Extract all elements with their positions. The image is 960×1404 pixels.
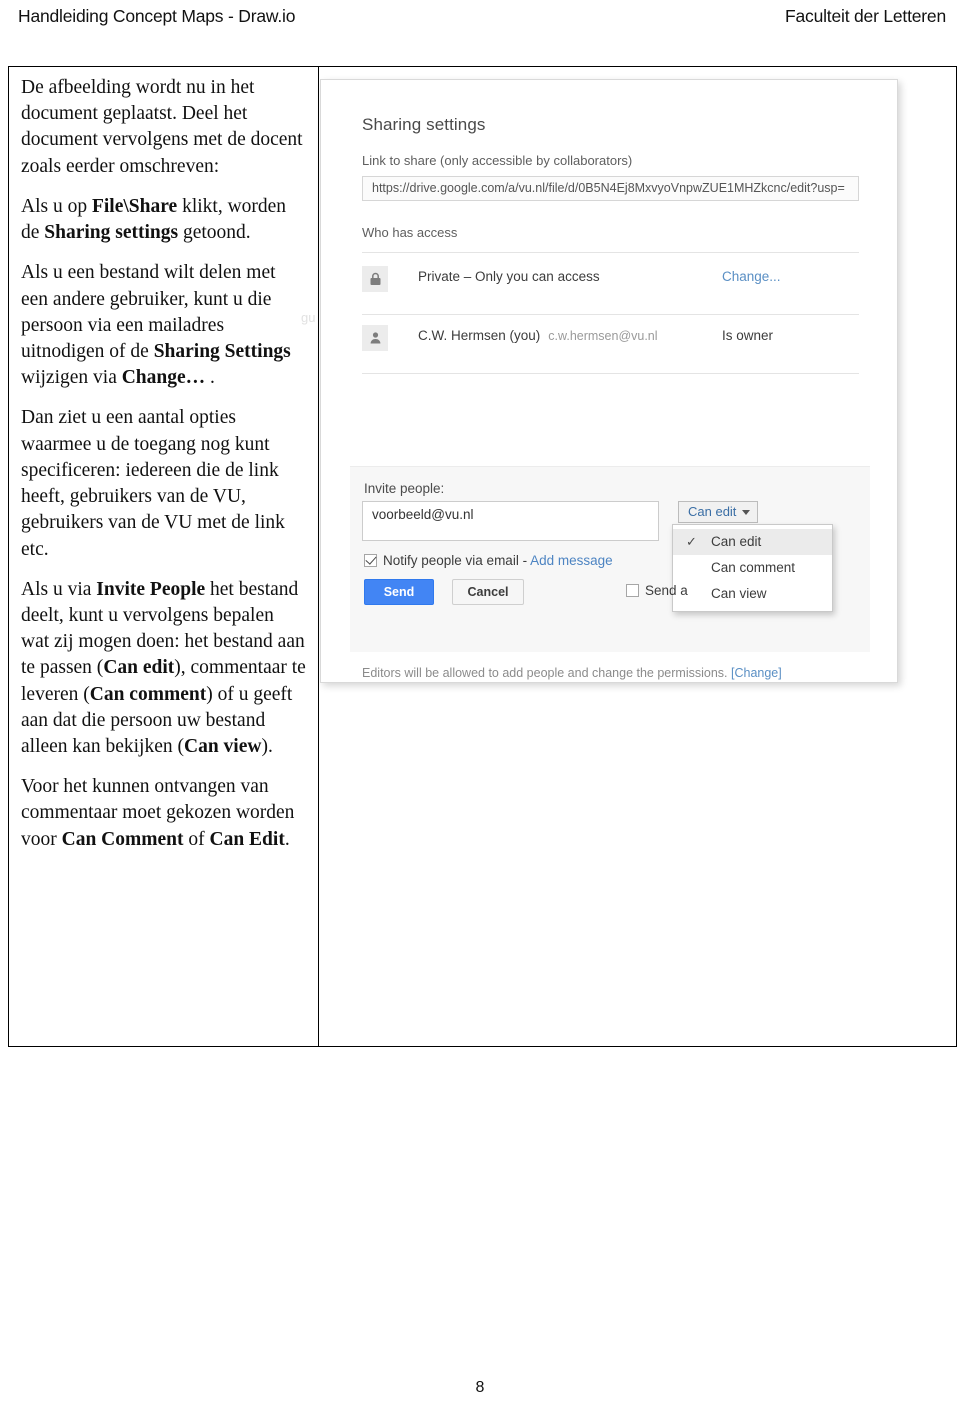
emphasis-term: File\Share [91, 195, 178, 217]
permission-dropdown-label: Can edit [688, 504, 737, 519]
owner-display-name: C.W. Hermsen (you) [418, 328, 541, 343]
page-running-header: Handleiding Concept Maps - Draw.io Facul… [18, 6, 946, 36]
share-link-input[interactable]: https://drive.google.com/a/vu.nl/file/d/… [362, 176, 859, 201]
page-number: 8 [475, 1379, 485, 1396]
editors-note-text: Editors will be allowed to add people an… [362, 666, 728, 680]
lock-icon [362, 266, 388, 292]
notify-people-row[interactable]: Notify people via email - Add message [364, 553, 613, 568]
cancel-button[interactable]: Cancel [452, 579, 524, 605]
menu-item-can-comment[interactable]: Can comment [673, 555, 832, 581]
person-icon [362, 325, 388, 351]
text-run: . [205, 367, 215, 389]
add-message-link[interactable]: Add message [530, 553, 613, 568]
who-has-access-label: Who has access [362, 225, 458, 240]
header-document-title: Handleiding Concept Maps - Draw.io [18, 6, 296, 26]
emphasis-term: Can comment [89, 683, 207, 705]
google-drive-sharing-screenshot: Sharing settings Link to share (only acc… [320, 79, 898, 683]
divider-bottom [362, 373, 859, 374]
access-row-private: Private – Only you can access Change... [362, 264, 859, 314]
text-run: wijzigen via [21, 367, 122, 389]
sharing-settings-title: Sharing settings [362, 115, 486, 134]
notify-checkbox[interactable] [364, 554, 377, 567]
owner-name: C.W. Hermsen (you) c.w.hermsen@vu.nl [418, 328, 658, 343]
owner-email: c.w.hermsen@vu.nl [548, 329, 658, 343]
menu-item-can-comment-label: Can comment [711, 560, 796, 575]
emphasis-term: Can view [183, 736, 262, 758]
emphasis-term: Change… [121, 367, 206, 389]
invite-email-input[interactable]: voorbeeld@vu.nl [362, 501, 659, 541]
text-run: Als u via [21, 578, 97, 600]
menu-item-can-view-label: Can view [711, 586, 767, 601]
text-run: . [284, 828, 290, 850]
send-button[interactable]: Send [364, 579, 434, 605]
owner-role-label: Is owner [722, 328, 774, 343]
chevron-down-icon [742, 510, 751, 516]
emphasis-term: Can Comment [61, 828, 184, 850]
menu-item-can-edit-label: Can edit [711, 534, 762, 549]
paragraph-6: Voor het kunnen ontvangen van commentaar… [21, 774, 306, 853]
divider-top [362, 252, 859, 253]
content-table: De afbeelding wordt nu in het document g… [8, 66, 957, 1047]
paragraph-5: Als u via Invite People het bestand deel… [21, 577, 306, 761]
check-icon: ✓ [686, 534, 697, 549]
text-run: of [183, 828, 210, 850]
emphasis-term: Can edit [103, 657, 175, 679]
invite-people-label: Invite people: [364, 481, 445, 496]
notify-separator: - [518, 553, 531, 568]
menu-item-can-view[interactable]: Can view [673, 581, 832, 607]
notify-label: Notify people via email [383, 553, 519, 568]
link-to-share-label: Link to share (only accessible by collab… [362, 153, 633, 168]
header-faculty-name: Faculteit der Letteren [785, 6, 946, 26]
ghost-artifact-text: gu [301, 310, 316, 325]
access-description: Private – Only you can access [418, 269, 600, 284]
text-run: ). [261, 736, 273, 758]
menu-item-can-edit[interactable]: ✓ Can edit [673, 529, 832, 555]
send-copy-checkbox[interactable] [626, 584, 639, 597]
editors-note-change-link[interactable]: [Change] [731, 666, 782, 680]
access-row-owner: C.W. Hermsen (you) c.w.hermsen@vu.nl Is o… [362, 323, 859, 373]
text-run: getoond. [178, 222, 251, 244]
text-run: De afbeelding wordt nu in het document g… [21, 77, 303, 177]
emphasis-term: Sharing Settings [153, 340, 291, 362]
paragraph-3: Als u een bestand wilt delen met een and… [21, 260, 306, 391]
emphasis-term: Can Edit [209, 828, 285, 850]
send-copy-row[interactable]: Send a [626, 583, 688, 598]
text-run: Als u op [21, 195, 92, 217]
paragraph-4: Dan ziet u een aantal opties waarmee u d… [21, 405, 306, 562]
instruction-text-cell: De afbeelding wordt nu in het document g… [9, 67, 319, 1046]
paragraph-1: De afbeelding wordt nu in het document g… [21, 75, 306, 180]
text-run: Dan ziet u een aantal opties waarmee u d… [21, 407, 285, 560]
emphasis-term: Sharing settings [44, 222, 179, 244]
emphasis-term: Invite People [96, 578, 206, 600]
permission-dropdown-menu[interactable]: ✓ Can edit Can comment Can view [672, 524, 833, 612]
paragraph-2: Als u op File\Share klikt, worden de Sha… [21, 194, 306, 246]
invite-people-panel: Invite people: voorbeeld@vu.nl Can edit … [350, 466, 870, 652]
screenshot-figure-cell: gu Sharing settings Link to share (only … [301, 67, 956, 1046]
permission-dropdown-button[interactable]: Can edit [678, 501, 759, 523]
editors-permission-note: Editors will be allowed to add people an… [362, 666, 782, 680]
send-copy-label: Send a [645, 583, 688, 598]
change-access-link[interactable]: Change... [722, 269, 781, 284]
divider-middle [362, 314, 859, 315]
